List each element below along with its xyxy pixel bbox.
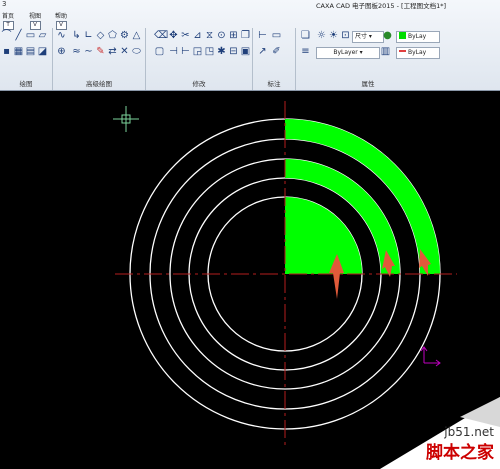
group-properties-label: 属性 [361,80,375,88]
point-icon[interactable]: ▪ [1,46,12,57]
bulb-icon[interactable]: ☼ [316,30,327,41]
copy-icon[interactable]: ❐ [240,30,251,41]
window-title: CAXA CAD 电子图板2015 - [工程图文档1*] [316,2,446,10]
lock-icon[interactable]: ⊡ [340,30,351,41]
group-properties: ❏ ☼ ☀ ⊡ 尺寸 ▾ ● ByLay ≡ ByLayer ▾ ▥ ByLay… [296,28,500,90]
ucs-icon [420,346,441,367]
color-swatch [399,32,406,39]
group-draw-label: 绘图 [19,80,33,88]
hatch-icon[interactable]: ▦ [13,46,24,57]
title-bar: 3 CAXA CAD 电子图板2015 - [工程图文档1*] [0,0,500,11]
explode-icon[interactable]: ✱ [216,46,227,57]
fill-quarter-disc[interactable] [285,197,362,274]
table-icon[interactable]: ▤ [25,46,36,57]
scale-icon[interactable]: ⊿ [192,30,203,41]
array-icon[interactable]: ⊞ [228,30,239,41]
pen-icon[interactable]: ✎ [95,46,106,57]
crosshair-cursor [113,106,139,132]
ellipse-icon[interactable]: ⬭ [131,46,142,57]
line-icon[interactable]: ╱ [13,30,24,41]
lineweight-select[interactable]: ByLay [396,47,440,59]
group-modify-label: 修改 [192,80,206,88]
fillet-icon[interactable]: ◲ [192,46,203,57]
curve-icon[interactable]: ↳ [71,30,82,41]
watermark-name: 脚本之家 [426,443,494,463]
drawing-canvas[interactable]: jb51.net 脚本之家 [0,91,500,469]
polygon-icon[interactable]: ▱ [37,30,48,41]
dimension-icon[interactable]: ⊢ [257,30,268,41]
spline-icon[interactable]: ∿ [56,30,67,41]
corner-icon[interactable]: ∟ [83,30,94,41]
color-select-label: ByLay [408,33,427,40]
gear-icon[interactable]: ⚙ [119,30,130,41]
extend-icon[interactable]: ⊣ [168,46,179,57]
lineweight-icon[interactable]: ≡ [300,46,311,57]
watermark-site: jb51.net [444,425,494,439]
tab-view-label: 视图 [28,13,41,20]
move-icon[interactable]: ✥ [168,30,179,41]
linetype-select-label: ByLayer [333,49,358,56]
break-icon[interactable]: ⊟ [228,46,239,57]
image-icon[interactable]: ▣ [240,46,251,57]
double-arrow-icon[interactable]: ⇄ [107,46,118,57]
triangle-icon[interactable]: △ [131,30,142,41]
layer-manager-icon[interactable]: ❏ [300,30,311,41]
linewidth-icon[interactable]: ▥ [380,46,391,57]
lineweight-select-label: ByLay [408,49,427,56]
leader-icon[interactable]: ↗ [257,46,268,57]
globe-icon[interactable]: ⊕ [56,46,67,57]
color-select[interactable]: ByLay [396,31,440,43]
watermark: jb51.net 脚本之家 [340,397,500,469]
mirror-icon[interactable]: ⧖ [204,30,215,41]
group-draw: ⌒ ╱ ▭ ▱ ▪ ▦ ▤ ◪ 绘图 [0,28,53,90]
arc-icon[interactable]: ⌒ [1,30,12,41]
pentagon-icon[interactable]: ⬠ [107,30,118,41]
lineweight-swatch [399,50,406,52]
ribbon-tabs: 首页 T 视图 V 帮助 V [0,11,500,30]
offset-icon[interactable]: ▢ [154,46,165,57]
stretch-icon[interactable]: ⊢ [180,46,191,57]
trim-icon[interactable]: ✂ [180,30,191,41]
cross-icon[interactable]: ✕ [119,46,130,57]
diamond-icon[interactable]: ◇ [95,30,106,41]
rectangle-icon[interactable]: ▭ [25,30,36,41]
tab-home-label: 首页 [1,13,14,20]
linetype-select[interactable]: ByLayer ▾ [316,47,380,59]
quick-access-mark[interactable]: 3 [2,0,6,8]
erase-icon[interactable]: ⌫ [154,30,168,41]
wave-icon[interactable]: ≈ [71,46,82,57]
ribbon: 3 CAXA CAD 电子图板2015 - [工程图文档1*] 首页 T 视图 … [0,0,500,91]
group-modify: ⌫ ✥ ✂ ⊿ ⧖ ⊙ ⊞ ❐ ▢ ⊣ ⊢ ◲ ◳ ✱ ⊟ ▣ 修改 [146,28,253,90]
color-wheel-icon[interactable]: ● [382,30,393,41]
note-icon[interactable]: ✐ [271,46,282,57]
chamfer-icon[interactable]: ◳ [204,46,215,57]
dimension-style-select[interactable]: 尺寸 ▾ [352,31,384,43]
sun-icon[interactable]: ☀ [328,30,339,41]
rotate-icon[interactable]: ⊙ [216,30,227,41]
hatch-fills [285,119,440,274]
group-advanced-draw: ∿ ↳ ∟ ◇ ⬠ ⚙ △ ⊕ ≈ ∼ ✎ ⇄ ✕ ⬭ 高级绘图 [53,28,146,90]
tab-help-label: 帮助 [54,13,67,20]
group-annotate-label: 标注 [267,80,281,88]
dimension-style-label: 尺寸 [355,33,368,40]
group-advanced-draw-label: 高级绘图 [86,80,112,88]
group-annotate: ⊢ ▭ ↗ ✐ 标注 [253,28,296,90]
tilde-icon[interactable]: ∼ [83,46,94,57]
text-icon[interactable]: ▭ [271,30,282,41]
block-icon[interactable]: ◪ [37,46,48,57]
